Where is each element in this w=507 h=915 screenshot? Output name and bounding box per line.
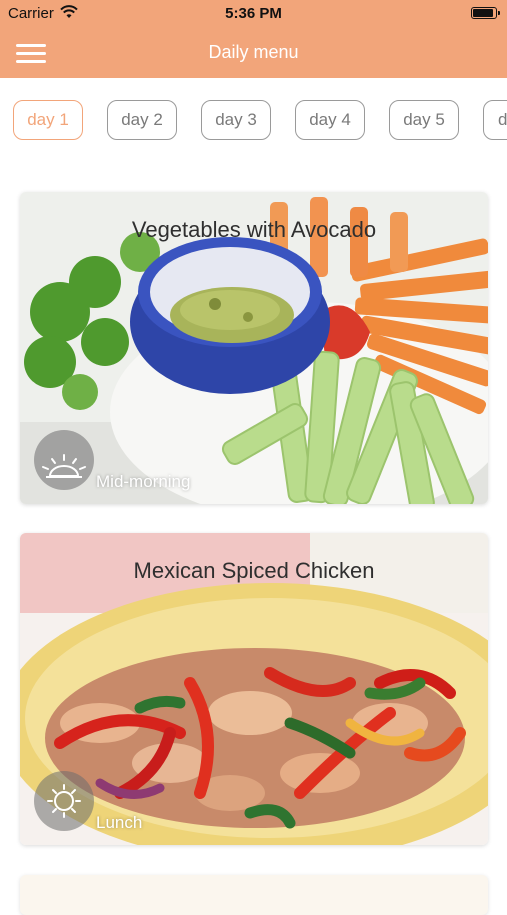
clock: 5:36 PM — [225, 5, 282, 22]
meal-title: Vegetables with Avocado — [131, 217, 377, 242]
meal-card-chicken[interactable]: Mexican Spiced Chicken Lunch — [20, 533, 488, 845]
sunrise-icon — [34, 430, 94, 490]
meal-card-vegetables[interactable]: Vegetables with Avocado Mid-morning — [20, 192, 488, 504]
sun-icon — [34, 771, 94, 831]
tab-day-5[interactable]: day 5 — [389, 100, 459, 140]
tab-day-3[interactable]: day 3 — [201, 100, 271, 140]
meal-card-next[interactable] — [20, 875, 488, 915]
battery-icon — [471, 7, 500, 19]
page-title: Daily menu — [208, 42, 299, 62]
meal-time-label: Mid-morning — [96, 472, 191, 491]
meal-time-label: Lunch — [96, 813, 143, 832]
status-bar: Carrier 5:36 PM — [0, 0, 507, 28]
tab-day-2[interactable]: day 2 — [107, 100, 177, 140]
meal-title: Mexican Spiced Chicken — [133, 558, 375, 583]
navigation-bar: Daily menu — [0, 28, 507, 78]
tab-day-4[interactable]: day 4 — [295, 100, 365, 140]
tab-day-6[interactable]: d — [483, 100, 507, 140]
day-tabs: day 1 day 2 day 3 day 4 day 5 d — [0, 100, 507, 144]
tab-day-1[interactable]: day 1 — [13, 100, 83, 140]
